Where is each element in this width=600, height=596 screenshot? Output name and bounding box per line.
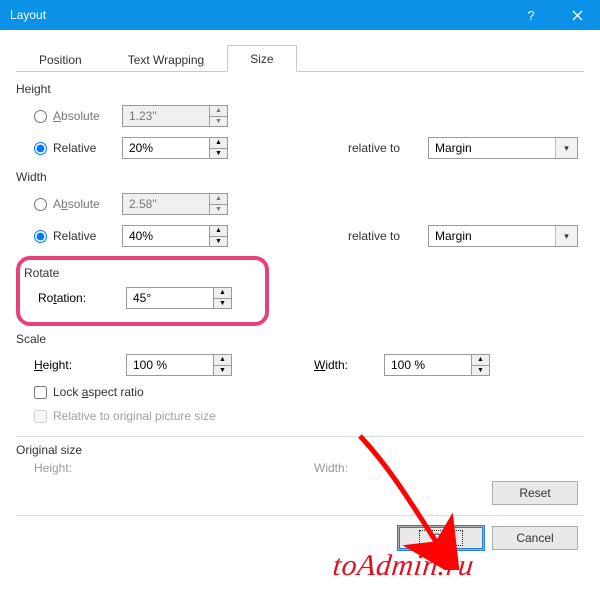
- width-relative-to-value: Margin: [435, 229, 472, 243]
- width-relative-option[interactable]: Relative: [34, 229, 122, 243]
- width-relative-radio[interactable]: [34, 230, 47, 243]
- width-absolute-value: 2.58": [123, 194, 209, 214]
- close-button[interactable]: [554, 0, 600, 30]
- section-width: Width: [16, 170, 584, 184]
- spin-up-icon: ▲: [210, 194, 227, 205]
- spin-up-icon[interactable]: ▲: [210, 226, 227, 237]
- height-relative-to-combo[interactable]: Margin ▾: [428, 137, 578, 159]
- height-absolute-label: Absolute: [53, 109, 100, 123]
- height-relative-label: Relative: [53, 141, 96, 155]
- spin-up-icon: ▲: [210, 106, 227, 117]
- height-absolute-radio[interactable]: [34, 110, 47, 123]
- rotation-spinner[interactable]: 45° ▲ ▼: [126, 287, 232, 309]
- width-relative-spinner[interactable]: 40% ▲ ▼: [122, 225, 228, 247]
- original-height-label: Height:: [34, 461, 314, 475]
- titlebar: Layout ?: [0, 0, 600, 30]
- spin-down-icon[interactable]: ▼: [214, 366, 231, 376]
- tabstrip: Position Text Wrapping Size: [16, 44, 584, 72]
- width-relative-to-label: relative to: [348, 229, 418, 243]
- width-absolute-option[interactable]: Absolute: [34, 197, 122, 211]
- height-absolute-spinner: 1.23" ▲ ▼: [122, 105, 228, 127]
- width-absolute-radio[interactable]: [34, 198, 47, 211]
- chevron-down-icon: ▾: [555, 138, 577, 158]
- ok-button[interactable]: OK: [398, 526, 484, 550]
- lock-aspect-ratio-option[interactable]: Lock aspect ratio: [16, 380, 584, 404]
- spin-down-icon[interactable]: ▼: [472, 366, 489, 376]
- height-relative-spinner[interactable]: 20% ▲ ▼: [122, 137, 228, 159]
- spin-down-icon: ▼: [210, 205, 227, 215]
- height-relative-option[interactable]: Relative: [34, 141, 122, 155]
- height-relative-radio[interactable]: [34, 142, 47, 155]
- height-absolute-value: 1.23": [123, 106, 209, 126]
- scale-height-spinner[interactable]: 100 % ▲ ▼: [126, 354, 232, 376]
- cancel-button[interactable]: Cancel: [492, 526, 578, 550]
- rotation-label: Rotation:: [38, 291, 126, 305]
- spin-down-icon: ▼: [210, 117, 227, 127]
- spin-down-icon[interactable]: ▼: [214, 299, 231, 309]
- section-original-size: Original size: [16, 443, 584, 457]
- height-relative-to-value: Margin: [435, 141, 472, 155]
- relative-original-checkbox: [34, 410, 47, 423]
- spin-up-icon[interactable]: ▲: [472, 355, 489, 366]
- spin-down-icon[interactable]: ▼: [210, 149, 227, 159]
- original-width-label: Width:: [314, 461, 348, 475]
- spin-up-icon[interactable]: ▲: [210, 138, 227, 149]
- width-relative-to-combo[interactable]: Margin ▾: [428, 225, 578, 247]
- scale-width-spinner[interactable]: 100 % ▲ ▼: [384, 354, 490, 376]
- close-icon: [572, 10, 583, 21]
- chevron-down-icon: ▾: [555, 226, 577, 246]
- section-rotate: Rotate: [24, 266, 255, 280]
- lock-aspect-ratio-label: Lock aspect ratio: [53, 385, 144, 399]
- lock-aspect-ratio-checkbox[interactable]: [34, 386, 47, 399]
- rotation-value[interactable]: 45°: [127, 288, 213, 308]
- section-scale: Scale: [16, 332, 584, 346]
- tab-position[interactable]: Position: [16, 46, 105, 72]
- spin-up-icon[interactable]: ▲: [214, 288, 231, 299]
- width-relative-value[interactable]: 40%: [123, 226, 209, 246]
- height-relative-to-label: relative to: [348, 141, 418, 155]
- section-height: Height: [16, 82, 584, 96]
- width-absolute-label: Absolute: [53, 197, 100, 211]
- rotate-highlight-annotation: Rotate Rotation: 45° ▲ ▼: [16, 256, 269, 326]
- spin-down-icon[interactable]: ▼: [210, 237, 227, 247]
- height-absolute-option[interactable]: Absolute: [34, 109, 122, 123]
- scale-width-value[interactable]: 100 %: [385, 355, 471, 375]
- reset-button[interactable]: Reset: [492, 481, 578, 505]
- help-button[interactable]: ?: [508, 0, 554, 30]
- relative-original-label: Relative to original picture size: [53, 409, 216, 423]
- width-relative-label: Relative: [53, 229, 96, 243]
- window-title: Layout: [10, 8, 46, 22]
- relative-original-option: Relative to original picture size: [16, 404, 584, 428]
- width-absolute-spinner: 2.58" ▲ ▼: [122, 193, 228, 215]
- height-relative-value[interactable]: 20%: [123, 138, 209, 158]
- tab-size[interactable]: Size: [227, 45, 296, 72]
- tab-text-wrapping[interactable]: Text Wrapping: [105, 46, 227, 72]
- ok-button-label: OK: [420, 531, 461, 545]
- scale-height-value[interactable]: 100 %: [127, 355, 213, 375]
- spin-up-icon[interactable]: ▲: [214, 355, 231, 366]
- scale-width-label: Width:: [314, 358, 370, 372]
- scale-height-label: Height:: [34, 358, 112, 372]
